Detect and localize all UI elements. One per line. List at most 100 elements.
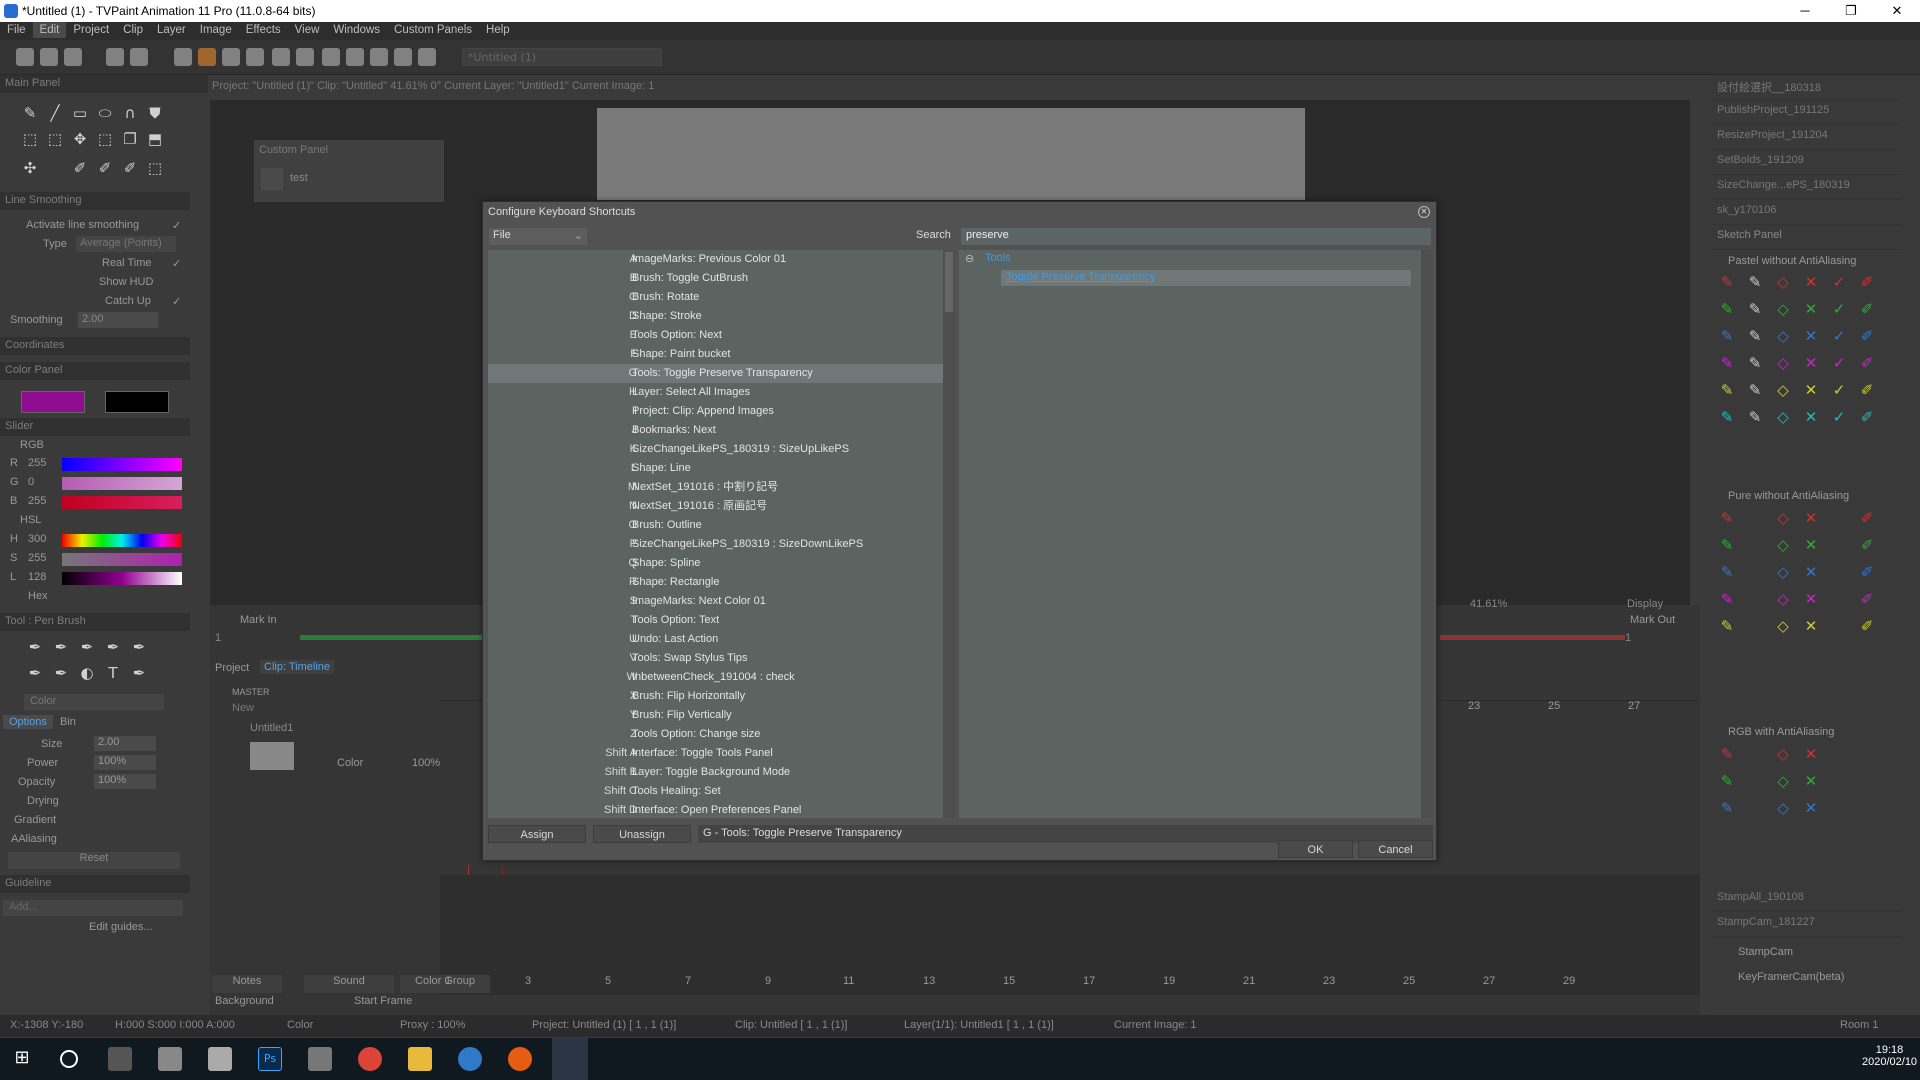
layer-opacity[interactable]: 100%: [412, 757, 440, 769]
l-slider[interactable]: [62, 572, 182, 585]
diamond-magenta-icon[interactable]: ◇: [1774, 354, 1792, 372]
script-item-5[interactable]: SizeChange...ePS_180319: [1712, 175, 1902, 200]
cross-magenta-icon[interactable]: ✕: [1802, 354, 1820, 372]
shortcut-row-p[interactable]: P SizeChangeLikePS_180319 : SizeDownLikeP…: [488, 535, 955, 554]
shortcut-row-k[interactable]: K SizeChangeLikePS_180319 : SizeUpLikePS: [488, 440, 955, 459]
dialog-close-icon[interactable]: ✕: [1418, 206, 1430, 218]
r-slider[interactable]: [62, 458, 182, 471]
pure-cross-blue-icon[interactable]: ✕: [1802, 563, 1820, 581]
shortcut-row-g-selected[interactable]: G Tools: Toggle Preserve Transparency: [488, 364, 955, 383]
brush-magenta-icon[interactable]: ✎: [1718, 354, 1736, 372]
pure-diamond-blue-icon[interactable]: ◇: [1774, 563, 1792, 581]
diamond-yellow-icon[interactable]: ◇: [1774, 381, 1792, 399]
s-value[interactable]: 255: [28, 552, 46, 564]
layer-thumbnail[interactable]: [250, 742, 294, 770]
stack-icon[interactable]: [246, 48, 264, 66]
shortcut-row-e[interactable]: E Tools Option: Next: [488, 326, 955, 345]
menu-help[interactable]: Help: [479, 22, 517, 38]
edit-guides-button[interactable]: Edit guides...: [89, 921, 153, 933]
brush-white-6-icon[interactable]: ✎: [1746, 408, 1764, 426]
new-layer-button[interactable]: New: [232, 702, 402, 714]
check-cyan-icon[interactable]: ✓: [1830, 408, 1848, 426]
script-item-1[interactable]: 設付絵選択__180318: [1712, 75, 1902, 100]
check-magenta-icon[interactable]: ✓: [1830, 354, 1848, 372]
collapse-icon[interactable]: ⊖: [965, 252, 974, 265]
brush-preset-4-icon[interactable]: ✒: [103, 637, 123, 657]
check-yellow-icon[interactable]: ✓: [1830, 381, 1848, 399]
mark-in-value[interactable]: 1: [215, 632, 285, 644]
clone-tool-icon[interactable]: ❐: [120, 129, 140, 149]
shortcut-row-shift-c[interactable]: Shift C Tools Healing: Set: [488, 782, 955, 801]
shortcut-row-r[interactable]: R Shape: Rectangle: [488, 573, 955, 592]
shortcut-row-b[interactable]: B Brush: Toggle CutBrush: [488, 269, 955, 288]
keyframercam-button[interactable]: KeyFramerCam(beta): [1738, 971, 1844, 983]
brush-white-icon[interactable]: ✎: [1746, 273, 1764, 291]
r-value[interactable]: 255: [28, 457, 46, 469]
menu-project[interactable]: Project: [66, 22, 116, 38]
rgb-brush-blue-icon[interactable]: ✎: [1718, 799, 1736, 817]
pure-cross-magenta-icon[interactable]: ✕: [1802, 590, 1820, 608]
rgb-brush-green-icon[interactable]: ✎: [1718, 772, 1736, 790]
b-slider[interactable]: [62, 496, 182, 509]
display-dropdown[interactable]: Display: [1627, 598, 1663, 610]
cancel-button[interactable]: Cancel: [1358, 840, 1433, 858]
cross-blue-icon[interactable]: ✕: [1802, 327, 1820, 345]
pure-cross-red-icon[interactable]: ✕: [1802, 509, 1820, 527]
tab-options[interactable]: Options: [3, 715, 53, 729]
stamp-all-item[interactable]: StampAll_190108: [1712, 887, 1902, 912]
pure-brush-red-icon[interactable]: ✎: [1718, 509, 1736, 527]
open-file-icon[interactable]: [40, 48, 58, 66]
line-tool-icon[interactable]: ╱: [45, 103, 65, 123]
stampcam-button[interactable]: StampCam: [1738, 946, 1793, 958]
spline-tool-icon[interactable]: ∩: [120, 103, 140, 123]
shortcut-row-t[interactable]: T Tools Option: Text: [488, 611, 955, 630]
shortcut-row-h[interactable]: H Layer: Select All Images: [488, 383, 955, 402]
assign-button[interactable]: Assign: [488, 825, 586, 843]
layer-name[interactable]: Untitled1: [250, 722, 293, 734]
paper-plane-icon[interactable]: [418, 48, 436, 66]
eraser-magenta-icon[interactable]: ✐: [1858, 354, 1876, 372]
rgb-cross-red-icon[interactable]: ✕: [1802, 745, 1820, 763]
unassign-button[interactable]: Unassign: [593, 825, 691, 843]
tree-item-toggle-preserve[interactable]: Toggle Preserve Transparency: [1001, 270, 1411, 286]
pure-eraser-blue-icon[interactable]: ✐: [1858, 563, 1876, 581]
brush-preset-7-icon[interactable]: ✒: [51, 663, 71, 683]
pure-diamond-red-icon[interactable]: ◇: [1774, 509, 1792, 527]
cross-red-icon[interactable]: ✕: [1802, 273, 1820, 291]
redo-icon[interactable]: [130, 48, 148, 66]
shortcut-row-v[interactable]: V Tools: Swap Stylus Tips: [488, 649, 955, 668]
pure-brush-magenta-icon[interactable]: ✎: [1718, 590, 1736, 608]
tab-notes[interactable]: Notes: [212, 975, 282, 993]
check-red-icon[interactable]: ✓: [1830, 273, 1848, 291]
rgb-diamond-red-icon[interactable]: ◇: [1774, 745, 1792, 763]
script-item-3[interactable]: ResizeProject_191204: [1712, 125, 1902, 150]
eraser-cyan-icon[interactable]: ✐: [1858, 408, 1876, 426]
type-dropdown[interactable]: Average (Points): [76, 236, 176, 252]
g-value[interactable]: 0: [28, 476, 34, 488]
menu-view[interactable]: View: [288, 22, 327, 38]
search-circle-icon[interactable]: [60, 1050, 78, 1068]
brush-red-icon[interactable]: ✎: [1718, 273, 1736, 291]
diamond-green-icon[interactable]: ◇: [1774, 300, 1792, 318]
brush-a-icon[interactable]: ✐: [70, 158, 90, 178]
g-slider[interactable]: [62, 477, 182, 490]
rgb-cross-blue-icon[interactable]: ✕: [1802, 799, 1820, 817]
scissors-icon[interactable]: [346, 48, 364, 66]
pure-eraser-green-icon[interactable]: ✐: [1858, 536, 1876, 554]
menu-effects[interactable]: Effects: [239, 22, 288, 38]
primary-color-swatch[interactable]: [21, 391, 85, 413]
pure-brush-yellow-icon[interactable]: ✎: [1718, 617, 1736, 635]
shortcut-row-c[interactable]: C Brush: Rotate: [488, 288, 955, 307]
clock[interactable]: 19:18 2020/02/10: [1862, 1044, 1917, 1068]
pure-diamond-yellow-icon[interactable]: ◇: [1774, 617, 1792, 635]
document-tab[interactable]: *Untitled (1): [462, 48, 662, 66]
search-input[interactable]: preserve: [961, 228, 1431, 245]
lightbulb-icon[interactable]: [272, 48, 290, 66]
ok-button[interactable]: OK: [1278, 840, 1353, 858]
brush-preset-8-icon[interactable]: ◐: [77, 663, 97, 683]
shortcut-row-shift-d[interactable]: Shift D Interface: Open Preferences Panel: [488, 801, 955, 818]
brush-preset-2-icon[interactable]: ✒: [51, 637, 71, 657]
reset-button[interactable]: Reset: [8, 852, 180, 869]
list-scrollbar[interactable]: [943, 250, 955, 818]
stamp-tool-icon[interactable]: ⬒: [145, 129, 165, 149]
